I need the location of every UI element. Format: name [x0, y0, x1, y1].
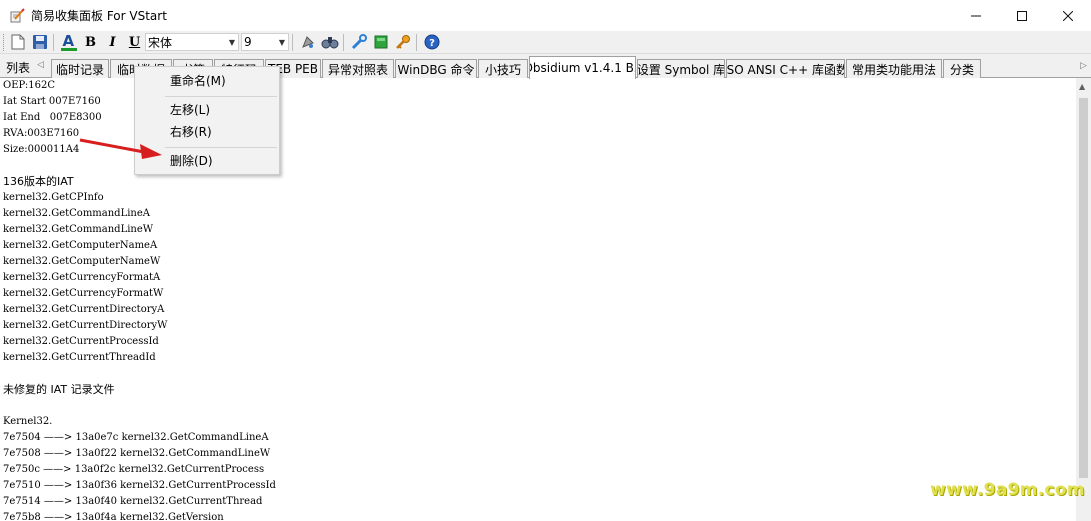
key-settings-button[interactable]: [392, 32, 413, 52]
tab-tips[interactable]: 小技巧: [478, 59, 528, 78]
font-name-select[interactable]: 宋体 ▼: [145, 33, 239, 51]
text-line: 7e750c ——> 13a0f2c kernel32.GetCurrentPr…: [3, 464, 265, 475]
text-line: [0, 398, 1076, 414]
text-line: 7e7510 ——> 13a0f36 kernel32.GetCurrentPr…: [3, 480, 276, 491]
bold-button[interactable]: B: [80, 32, 101, 52]
toolbar-grip[interactable]: [3, 33, 6, 51]
tab-label: 小技巧: [484, 62, 521, 77]
red-arrow-annotation: [79, 138, 162, 159]
new-document-button[interactable]: [7, 32, 28, 52]
title-bar: 简易收集面板 For VStart: [0, 0, 1091, 31]
svg-text:?: ?: [429, 38, 435, 49]
tab-categories[interactable]: 分类: [943, 59, 981, 78]
chevron-down-icon: ▼: [228, 37, 235, 47]
text-line: Kernel32.: [3, 416, 53, 427]
find-replace-button[interactable]: [297, 32, 318, 52]
tab-label: WinDBG 命令: [397, 62, 475, 77]
font-size-value: 9: [244, 35, 252, 49]
chevron-down-icon: ▼: [278, 37, 285, 47]
save-button[interactable]: [29, 32, 50, 52]
toolbar-separator: [292, 33, 293, 51]
window-title: 简易收集面板 For VStart: [31, 9, 167, 23]
menu-separator: [165, 96, 277, 97]
text-line: 7e7508 ——> 13a0f22 kernel32.GetCommandLi…: [3, 448, 271, 459]
tab-label: 临时记录: [55, 62, 104, 77]
close-button[interactable]: [1045, 0, 1091, 31]
text-line: kernel32.GetCommandLineW: [3, 224, 154, 235]
tab-label: 常用类功能用法: [851, 62, 936, 77]
text-line: 136版本的IAT: [3, 175, 74, 188]
font-color-button[interactable]: A: [58, 32, 79, 52]
menu-item-rename[interactable]: 重命名(M): [136, 70, 278, 92]
font-size-select[interactable]: 9 ▼: [241, 33, 289, 51]
toolbar-separator: [53, 33, 54, 51]
text-line: kernel32.GetCurrentDirectoryA: [3, 304, 165, 315]
scrollbar-thumb[interactable]: [1079, 98, 1088, 478]
tab-windbg-commands[interactable]: WinDBG 命令: [395, 59, 477, 78]
tab-iso-ansi-cpp[interactable]: ISO ANSI C++ 库函数: [726, 59, 845, 78]
chevron-left-icon[interactable]: ◁: [37, 60, 44, 70]
help-button[interactable]: ?: [421, 32, 442, 52]
text-line: kernel32.GetComputerNameA: [3, 240, 158, 251]
maximize-button[interactable]: [999, 0, 1045, 31]
tab-exception-table[interactable]: 异常对照表: [322, 59, 394, 78]
vertical-scrollbar[interactable]: ▲: [1076, 78, 1091, 521]
app-notepad-icon: [9, 7, 25, 24]
text-line: 7e75b8 ——> 13a0f4a kernel32.GetVersion: [3, 512, 224, 521]
tab-list-label[interactable]: 列表: [6, 59, 30, 76]
minimize-button[interactable]: [953, 0, 999, 31]
tab-symbol-settings[interactable]: 设置 Symbol 库: [637, 59, 725, 78]
font-name-value: 宋体: [148, 35, 173, 50]
toolbar-separator: [343, 33, 344, 51]
tab-obsidium[interactable]: Obsidium v1.4.1 B5: [529, 56, 636, 79]
menu-item-move-left[interactable]: 左移(L): [136, 99, 278, 121]
underline-button[interactable]: U: [124, 32, 145, 52]
tools-button[interactable]: [348, 32, 369, 52]
tab-common-classes[interactable]: 常用类功能用法: [846, 59, 942, 78]
tab-temp-record[interactable]: 临时记录: [51, 59, 109, 78]
text-line: kernel32.GetCurrentProcessId: [3, 336, 159, 347]
text-line: [0, 366, 1076, 382]
text-line: 7e7504 ——> 13a0e7c kernel32.GetCommandLi…: [3, 432, 269, 443]
text-line: kernel32.GetCurrencyFormatA: [3, 272, 161, 283]
scroll-up-icon[interactable]: ▲: [1079, 82, 1085, 91]
find-binoculars-button[interactable]: [319, 32, 340, 52]
tab-label: ISO ANSI C++ 库函数: [726, 62, 845, 77]
text-line: 未修复的 IAT 记录文件: [3, 383, 115, 396]
tab-label: 异常对照表: [327, 62, 388, 77]
text-line: kernel32.GetCurrencyFormatW: [3, 288, 164, 299]
text-line: kernel32.GetCurrentThreadId: [3, 352, 156, 363]
text-line: kernel32.GetCommandLineA: [3, 208, 151, 219]
menu-separator: [165, 147, 277, 148]
tab-label: 设置 Symbol 库: [637, 62, 725, 77]
tab-label: 分类: [949, 62, 974, 77]
text-line: kernel32.GetComputerNameW: [3, 256, 161, 267]
watermark: www.9a9m.com: [930, 480, 1085, 500]
text-line: 7e7514 ——> 13a0f40 kernel32.GetCurrentTh…: [3, 496, 263, 507]
toolbar-separator: [416, 33, 417, 51]
tab-label: Obsidium v1.4.1 B5: [529, 61, 636, 75]
italic-button[interactable]: I: [102, 32, 123, 52]
text-line: kernel32.GetCPInfo: [3, 192, 104, 203]
toolbar: A B I U 宋体 ▼ 9 ▼ ?: [0, 31, 1091, 54]
text-line: kernel32.GetCurrentDirectoryW: [3, 320, 168, 331]
chevron-right-icon[interactable]: ▷: [1080, 61, 1087, 71]
green-square-button[interactable]: [370, 32, 391, 52]
